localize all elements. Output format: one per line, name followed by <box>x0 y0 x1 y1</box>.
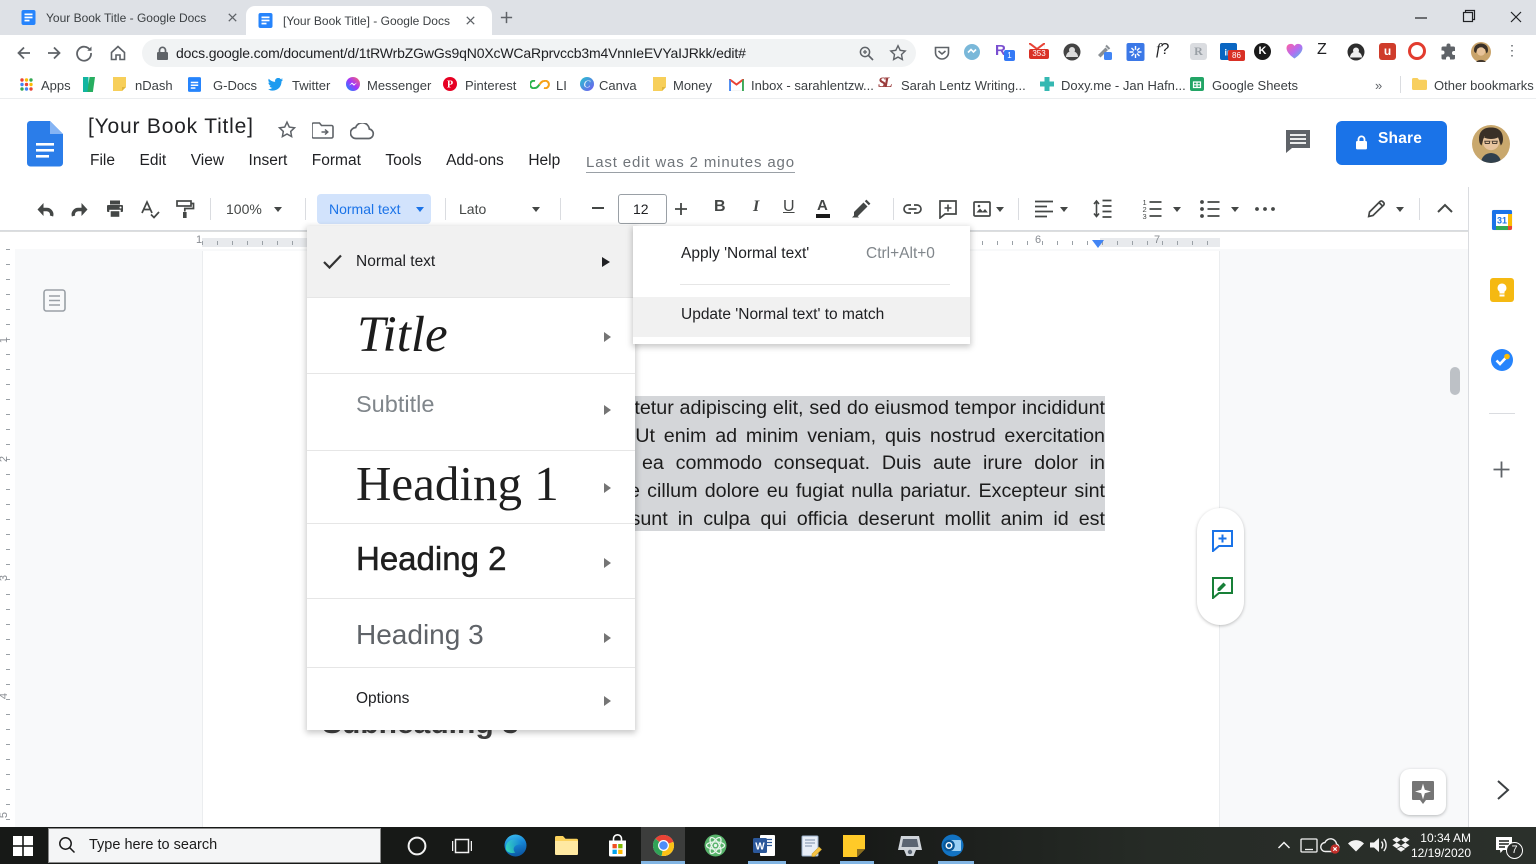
svg-text:C: C <box>584 80 591 91</box>
svg-text:3: 3 <box>1143 212 1147 219</box>
svg-text:W: W <box>755 842 765 853</box>
svg-text:31: 31 <box>1497 216 1507 226</box>
svg-text:P: P <box>447 80 453 91</box>
